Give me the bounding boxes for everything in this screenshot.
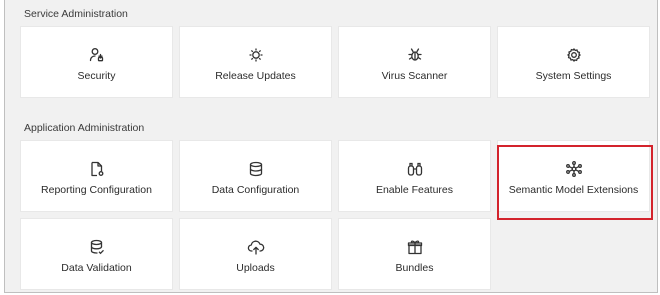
tile-semantic-model-extensions[interactable]: Semantic Model Extensions xyxy=(497,140,650,212)
tile-label: Virus Scanner xyxy=(381,70,448,82)
tile-label: Data Validation xyxy=(61,262,132,274)
reporting-configuration-icon xyxy=(88,160,106,178)
tile-label: System Settings xyxy=(535,70,612,82)
tile-security[interactable]: Security xyxy=(20,26,173,98)
tile-label: Uploads xyxy=(236,262,275,274)
tile-data-validation[interactable]: Data Validation xyxy=(20,218,173,290)
virus-scanner-icon xyxy=(406,46,424,64)
system-settings-icon xyxy=(565,46,583,64)
tile-bundles[interactable]: Bundles xyxy=(338,218,491,290)
data-validation-icon xyxy=(88,238,106,256)
tile-release-updates[interactable]: Release Updates xyxy=(179,26,332,98)
service-administration-heading: Service Administration xyxy=(24,8,128,20)
application-administration-heading: Application Administration xyxy=(24,122,145,134)
tile-label: Semantic Model Extensions xyxy=(508,184,639,196)
tile-label: Data Configuration xyxy=(211,184,300,196)
semantic-model-extensions-icon xyxy=(565,160,583,178)
tile-enable-features[interactable]: Enable Features xyxy=(338,140,491,212)
tile-label: Reporting Configuration xyxy=(41,184,152,196)
tile-reporting-configuration[interactable]: Reporting Configuration xyxy=(20,140,173,212)
tile-label: Bundles xyxy=(395,262,434,274)
tile-label: Security xyxy=(77,70,116,82)
security-icon xyxy=(88,46,106,64)
bundles-icon xyxy=(406,238,424,256)
release-updates-icon xyxy=(247,46,265,64)
tile-data-configuration[interactable]: Data Configuration xyxy=(179,140,332,212)
tile-system-settings[interactable]: System Settings xyxy=(497,26,650,98)
tile-virus-scanner[interactable]: Virus Scanner xyxy=(338,26,491,98)
admin-panel: Service Administration Security Release … xyxy=(4,0,658,293)
enable-features-icon xyxy=(406,160,424,178)
tile-label: Enable Features xyxy=(375,184,454,196)
data-configuration-icon xyxy=(247,160,265,178)
tile-label: Release Updates xyxy=(215,70,296,82)
tile-uploads[interactable]: Uploads xyxy=(179,218,332,290)
uploads-icon xyxy=(247,238,265,256)
